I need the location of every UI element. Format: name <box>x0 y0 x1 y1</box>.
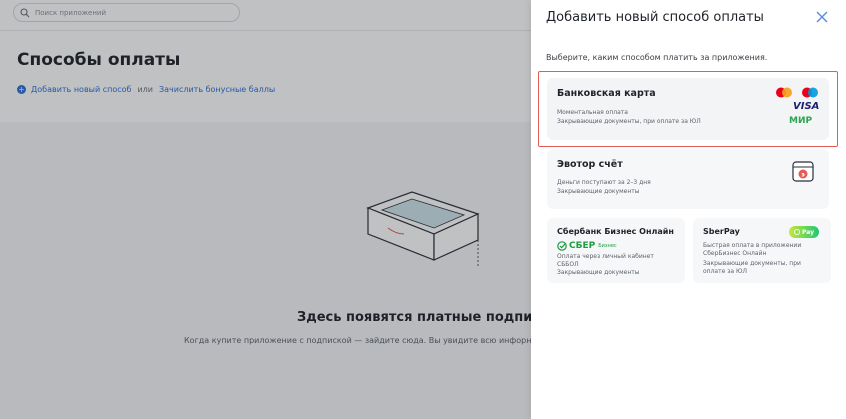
add-payment-drawer: Добавить новый способ оплаты Выберите, к… <box>531 0 846 419</box>
evotor-desc-2: Закрывающие документы <box>557 188 640 195</box>
drawer-title: Добавить новый способ оплаты <box>546 10 764 25</box>
close-icon[interactable] <box>816 11 828 23</box>
sberpay-desc-2: СберБизнес Онлайн <box>703 250 767 257</box>
drawer-subtitle: Выберите, каким способом платить за прил… <box>546 53 768 62</box>
mastercard-icon <box>776 87 792 98</box>
evotor-title: Эвотор счёт <box>557 159 623 170</box>
evotor-wallet-icon: э <box>792 161 814 182</box>
sberpay-badge: Pay <box>789 226 819 238</box>
sber-logo: СБЕР Бизнес <box>557 241 617 251</box>
bank-card-option[interactable]: Банковская карта Моментальная оплата Зак… <box>547 78 829 140</box>
sberpay-badge-text: Pay <box>801 228 814 236</box>
sberpay-check-icon <box>793 229 800 235</box>
maestro-icon <box>802 87 818 98</box>
sber-check-icon <box>557 241 567 251</box>
evotor-desc-1: Деньги поступают за 2–3 дня <box>557 179 651 186</box>
bank-card-desc-1: Моментальная оплата <box>557 109 628 116</box>
bank-card-desc-2: Закрывающие документы, при оплате за ЮЛ <box>557 118 701 125</box>
visa-logo: VISA <box>793 101 820 112</box>
svg-text:э: э <box>801 172 805 179</box>
sber-logo-sub: Бизнес <box>598 243 617 249</box>
sberbank-business-option[interactable]: Сбербанк Бизнес Онлайн СБЕР Бизнес Оплат… <box>547 218 685 283</box>
evotor-account-option[interactable]: Эвотор счёт Деньги поступают за 2–3 дня … <box>547 149 829 209</box>
modal-overlay[interactable] <box>0 0 531 419</box>
mir-logo: МИР <box>789 116 813 126</box>
sberpay-desc-4: оплате за ЮЛ <box>703 268 747 275</box>
sberpay-option[interactable]: SberPay Pay Быстрая оплата в приложении … <box>693 218 831 283</box>
sberpay-title: SberPay <box>703 227 740 236</box>
sber-logo-text: СБЕР <box>569 241 596 251</box>
sberbank-business-desc-3: Закрывающие документы <box>557 269 640 276</box>
sberbank-business-title: Сбербанк Бизнес Онлайн <box>557 227 674 236</box>
bank-card-title: Банковская карта <box>557 88 656 99</box>
